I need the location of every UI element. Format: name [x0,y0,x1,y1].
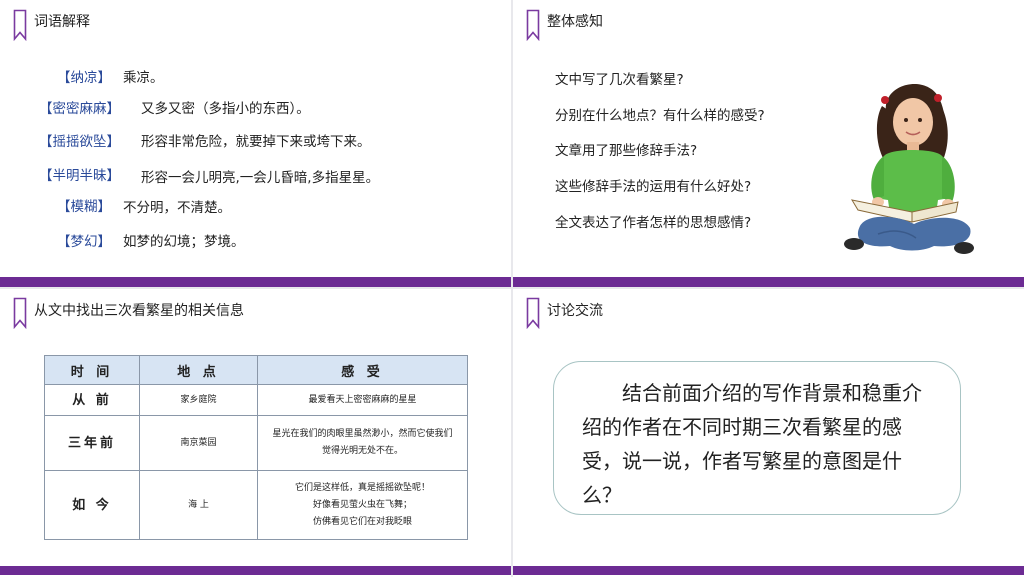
girl-reading-illustration [844,84,974,254]
header-time: 时 间 [44,355,140,385]
term: 【摇摇欲坠】 [39,134,120,150]
accent-bar [0,566,511,575]
discussion-text: 结合前面介绍的写作背景和稳重介绍的作者在不同时期三次看繁星的感受，说一说，作者写… [582,381,922,507]
accent-bar [513,277,1024,287]
cell-time: 从 前 [44,384,140,416]
stars-info-table: 时 间 地 点 感 受 从 前 家乡庭院 最爱看天上密密麻麻的星星 三年前 南京… [44,355,468,540]
slide-title: 整体感知 [547,14,603,30]
cell-place: 南京菜园 [139,415,258,471]
term-nal iang: 【纳凉】 [57,70,111,86]
slide-title: 词语解释 [34,14,90,30]
feeling-line: 好像看见萤火虫在飞舞； [312,499,412,510]
question-item: 文中写了几次看繁星? [555,72,684,88]
feeling-line: 星光在我们的肉眼里虽然渺小，然而它使我们 [272,429,453,439]
bookmark-icon [13,9,27,41]
cell-feeling: 它们是这样低，真是摇摇欲坠呢！ 好像看见萤火虫在飞舞； 仿佛看见它们在对我眨眼 [257,470,468,540]
bookmark-icon [526,297,540,329]
slide-overview: 整体感知 文中写了几次看繁星? 分别在什么地点？有什么样的感受? 文章用了那些修… [513,0,1024,287]
table-row: 从 前 家乡庭院 最爱看天上密密麻麻的星星 [44,384,468,416]
feeling-line: 它们是这样低，真是摇摇欲坠呢！ [294,482,430,493]
slide-title: 讨论交流 [547,303,603,319]
question-item: 分别在什么地点？有什么样的感受? [555,108,765,124]
cell-feeling: 最爱看天上密密麻麻的星星 [257,384,468,416]
cell-place: 家乡庭院 [139,384,258,416]
cell-place: 海 上 [139,470,258,540]
question-item: 这些修辞手法的运用有什么好处? [555,179,752,195]
definition: 乘凉。 [123,70,164,86]
feeling-line: 仿佛看见它们在对我眨眼 [312,516,412,527]
question-item: 全文表达了作者怎样的思想感情? [555,215,752,231]
bookmark-icon [526,9,540,41]
header-place: 地 点 [139,355,258,385]
accent-bar [513,566,1024,575]
term: 【密密麻麻】 [39,101,120,117]
header-feeling: 感 受 [257,355,468,385]
definition: 又多又密（多指小的东西）。 [141,101,310,117]
slide-title: 从文中找出三次看繁星的相关信息 [34,303,244,319]
definition: 不分明，不清楚。 [123,200,231,216]
feeling-line: 最爱看天上密密麻麻的星星 [308,394,417,405]
term: 【模糊】 [57,199,111,215]
slide-vocabulary: 词语解释 【纳凉】 乘凉。 【密密麻麻】 又多又密（多指小的东西）。 【摇摇欲坠… [0,0,511,287]
bookmark-icon [13,297,27,329]
definition: 形容非常危险，就要掉下来或垮下来。 [141,134,371,150]
feeling-line: 觉得光明无处不在。 [321,446,403,456]
term: 【梦幻】 [57,234,111,250]
discussion-box: 结合前面介绍的写作背景和稳重介绍的作者在不同时期三次看繁星的感受，说一说，作者写… [553,361,961,515]
table-row: 如 今 海 上 它们是这样低，真是摇摇欲坠呢！ 好像看见萤火虫在飞舞； 仿佛看见… [44,470,468,540]
term: 【半明半昧】 [39,168,120,184]
table-row: 三年前 南京菜园 星光在我们的肉眼里虽然渺小，然而它使我们 觉得光明无处不在。 [44,415,468,471]
table-header-row: 时 间 地 点 感 受 [44,355,468,385]
cell-feeling: 星光在我们的肉眼里虽然渺小，然而它使我们 觉得光明无处不在。 [257,415,468,471]
definition: 形容一会儿明亮,一会儿昏暗,多指星星。 [141,170,380,186]
slide-discussion: 讨论交流 结合前面介绍的写作背景和稳重介绍的作者在不同时期三次看繁星的感受，说一… [513,289,1024,577]
accent-bar [0,277,511,287]
definition: 如梦的幻境；梦境。 [123,234,245,250]
cell-time: 三年前 [44,415,140,471]
cell-time: 如 今 [44,470,140,540]
slide-info-table: 从文中找出三次看繁星的相关信息 时 间 地 点 感 受 从 前 家乡庭院 最爱看… [0,289,511,577]
question-item: 文章用了那些修辞手法? [555,143,698,159]
